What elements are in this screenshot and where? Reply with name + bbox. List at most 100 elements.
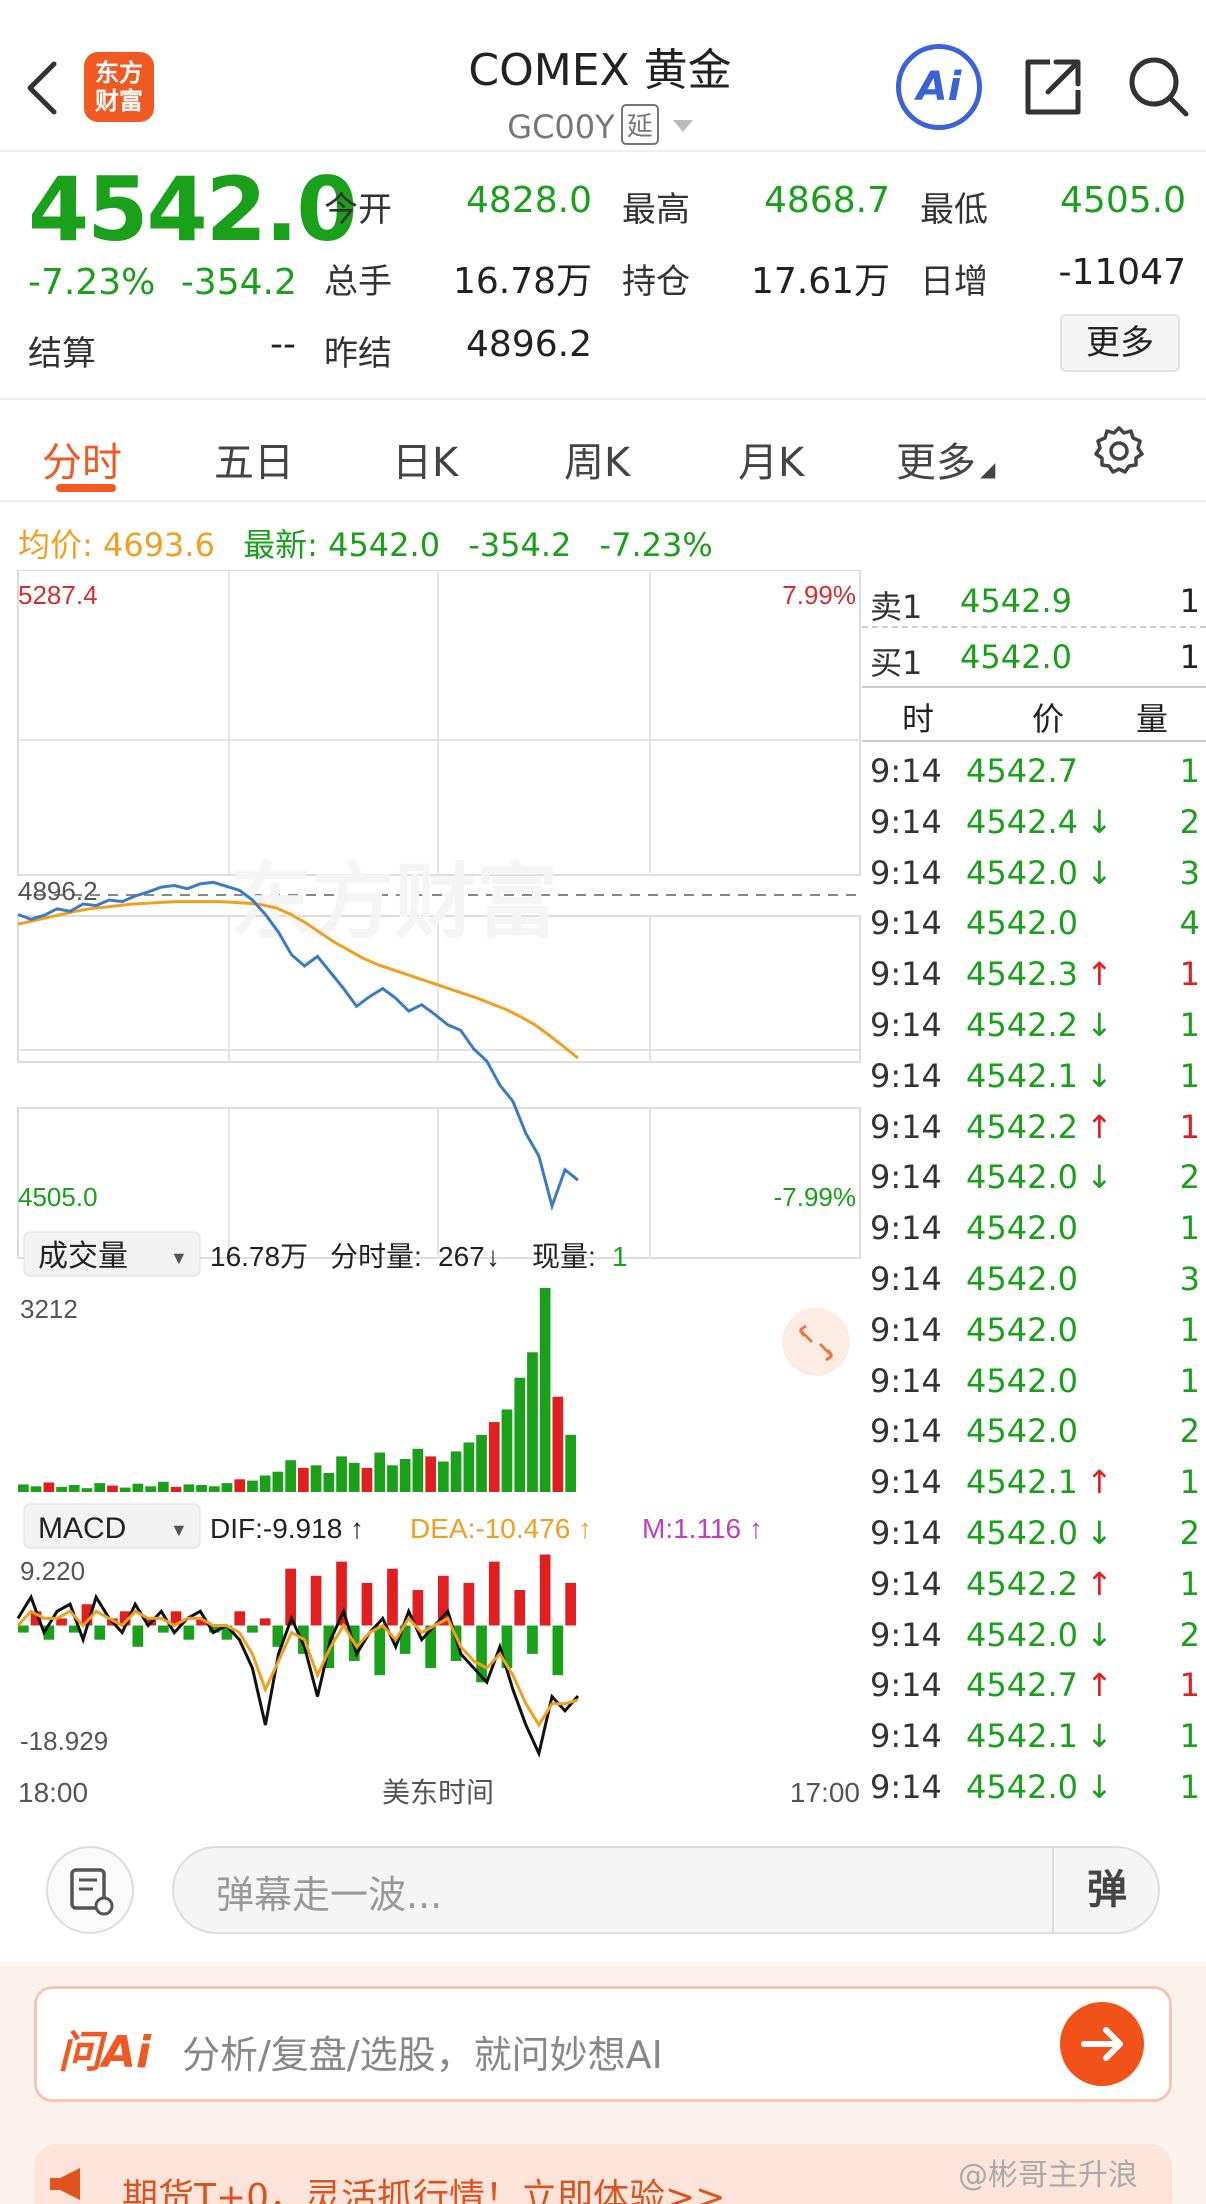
volume-max-label: 3212 <box>20 1294 78 1324</box>
ask-price: 4542.9 <box>960 582 1072 620</box>
pct-min-label: -7.99% <box>774 1182 856 1212</box>
bid-qty: 1 <box>1179 638 1200 676</box>
volume-bar <box>107 1485 118 1492</box>
latest-change-pct: -7.23% <box>599 526 713 564</box>
tick-time: 9:14 <box>870 1310 942 1349</box>
change-percent: -7.23% <box>28 262 156 303</box>
stat-label: 今开 <box>324 190 392 230</box>
tab-weekly-k[interactable]: 周K <box>564 430 630 488</box>
stat-settlement: -- <box>270 324 296 365</box>
tick-direction-icon: ↓ <box>1086 1056 1113 1095</box>
tick-qty: 2 <box>1179 1615 1200 1654</box>
stat-daily-increase: -11047 <box>1058 252 1186 293</box>
stat-low: 4505.0 <box>1060 180 1186 221</box>
tick-direction-icon: ↑ <box>1086 1666 1113 1705</box>
tick-qty: 1 <box>1179 1666 1200 1705</box>
volume-bar <box>81 1488 93 1492</box>
tab-more[interactable]: 更多 ◢ <box>896 430 995 488</box>
volume-bar <box>30 1486 42 1492</box>
macd-histogram-bar <box>488 1561 500 1626</box>
tick-qty: 1 <box>1179 1361 1200 1400</box>
tick-time: 9:14 <box>870 1107 942 1146</box>
tick-direction-icon: ↓ <box>1086 802 1113 841</box>
volume-bar <box>476 1434 487 1492</box>
volume-bar <box>196 1485 207 1492</box>
promo-text: 期货T+0，灵活抓行情！立即体验>> <box>122 2177 726 2204</box>
delay-badge: 延 <box>620 104 659 145</box>
ai-button[interactable]: Ai <box>896 44 982 130</box>
stat-label: 昨结 <box>324 334 392 374</box>
volume-total: 16.78万 <box>210 1241 308 1272</box>
y-min-label: 4505.0 <box>18 1182 98 1212</box>
tab-monthly-k[interactable]: 月K <box>738 430 804 488</box>
tick-row: 9:14 4542.2 ↓ 1 <box>862 1000 1206 1052</box>
current-volume-value: 1 <box>612 1241 628 1272</box>
tab-daily-k[interactable]: 日K <box>392 430 458 488</box>
volume-bar <box>514 1377 526 1492</box>
tick-time: 9:14 <box>870 1666 942 1705</box>
tick-qty: 1 <box>1179 1056 1200 1095</box>
latest-label: 最新: <box>243 526 318 564</box>
tick-time: 9:14 <box>870 752 942 790</box>
macd-histogram-bar <box>527 1625 538 1654</box>
share-icon[interactable] <box>1020 54 1086 120</box>
tick-row: 9:14 4542.0 4 <box>862 898 1206 950</box>
avg-price-line: 均价: 4693.6 最新: 4542.0 -354.2 -7.23% <box>18 520 713 566</box>
tab-intraday[interactable]: 分时 <box>42 430 122 488</box>
danmu-toggle-button[interactable]: 弹 <box>1052 1846 1160 1934</box>
tick-row: 9:14 4542.7 1 <box>862 746 1206 798</box>
tick-price: 4542.7 <box>966 752 1078 790</box>
ask-ai-logo: 问Ai <box>58 2027 152 2078</box>
tick-direction-icon: ↓ <box>1086 853 1113 892</box>
ask-ai-submit-button[interactable] <box>1060 2002 1144 2086</box>
dif-value: DIF:-9.918 ↑ <box>210 1513 364 1544</box>
tick-qty: 1 <box>1179 1006 1200 1044</box>
volume-bar <box>119 1487 131 1492</box>
more-stats-button[interactable]: 更多 <box>1060 314 1180 372</box>
tick-qty: 1 <box>1179 955 1200 994</box>
tick-time: 9:14 <box>870 1056 942 1095</box>
stat-label: 持仓 <box>622 262 690 302</box>
y-max-label: 5287.4 <box>18 580 98 610</box>
tick-qty: 3 <box>1179 1260 1200 1298</box>
comment-list-button[interactable] <box>46 1846 134 1934</box>
macd-histogram-bar <box>94 1625 106 1640</box>
tick-price: 4542.7 <box>966 1666 1078 1705</box>
settings-gear-icon[interactable] <box>1092 424 1146 478</box>
tick-time: 9:14 <box>870 1158 942 1197</box>
volume-bar <box>43 1482 55 1492</box>
tick-time: 9:14 <box>870 1361 942 1400</box>
chevron-down-icon <box>672 120 693 132</box>
price-change: -7.23% -354.2 <box>28 262 297 303</box>
tab-five-day[interactable]: 五日 <box>214 430 294 488</box>
macd-histogram-bar <box>361 1582 373 1626</box>
tick-price: 4542.2 <box>966 1107 1078 1146</box>
tick-time: 9:14 <box>870 1564 942 1603</box>
tick-time: 9:14 <box>870 802 942 841</box>
tick-row: 9:14 4542.0 2 <box>862 1406 1206 1458</box>
tick-qty: 2 <box>1179 802 1200 841</box>
interval-volume-label: 分时量: <box>330 1241 422 1272</box>
tick-time: 9:14 <box>870 1717 942 1756</box>
volume-bar <box>336 1456 347 1492</box>
tick-qty: 2 <box>1179 1158 1200 1197</box>
contract-selector[interactable]: GC00Y 延 <box>300 104 900 146</box>
avg-label: 均价: <box>18 526 93 564</box>
volume-bar <box>539 1288 551 1492</box>
volume-bar <box>348 1462 360 1492</box>
tick-price: 4542.1 <box>966 1717 1078 1756</box>
tab-more-label: 更多 <box>896 440 976 486</box>
ref-price-label: 4896.2 <box>18 876 98 906</box>
ask-label: 卖1 <box>870 588 923 626</box>
macd-histogram-bar <box>234 1611 246 1626</box>
app-root: 东方 财富 COMEX 黄金 GC00Y 延 Ai 4542.0 -7.23% -… <box>0 0 1206 2204</box>
intraday-chart[interactable]: 东方财富 5287.4 7.99% 4896.2 4505.0 -7.99% 成… <box>0 570 862 1810</box>
tick-price: 4542.0 <box>966 1209 1078 1248</box>
logo-text-1: 东方 <box>95 59 143 87</box>
back-arrow-icon[interactable] <box>22 58 62 118</box>
tick-price: 4542.0 <box>966 1158 1078 1197</box>
tick-header: 时 价 量 <box>862 686 1206 742</box>
tick-direction-icon: ↓ <box>1086 1768 1113 1806</box>
search-icon[interactable] <box>1124 52 1192 120</box>
expand-button[interactable] <box>782 1308 850 1376</box>
